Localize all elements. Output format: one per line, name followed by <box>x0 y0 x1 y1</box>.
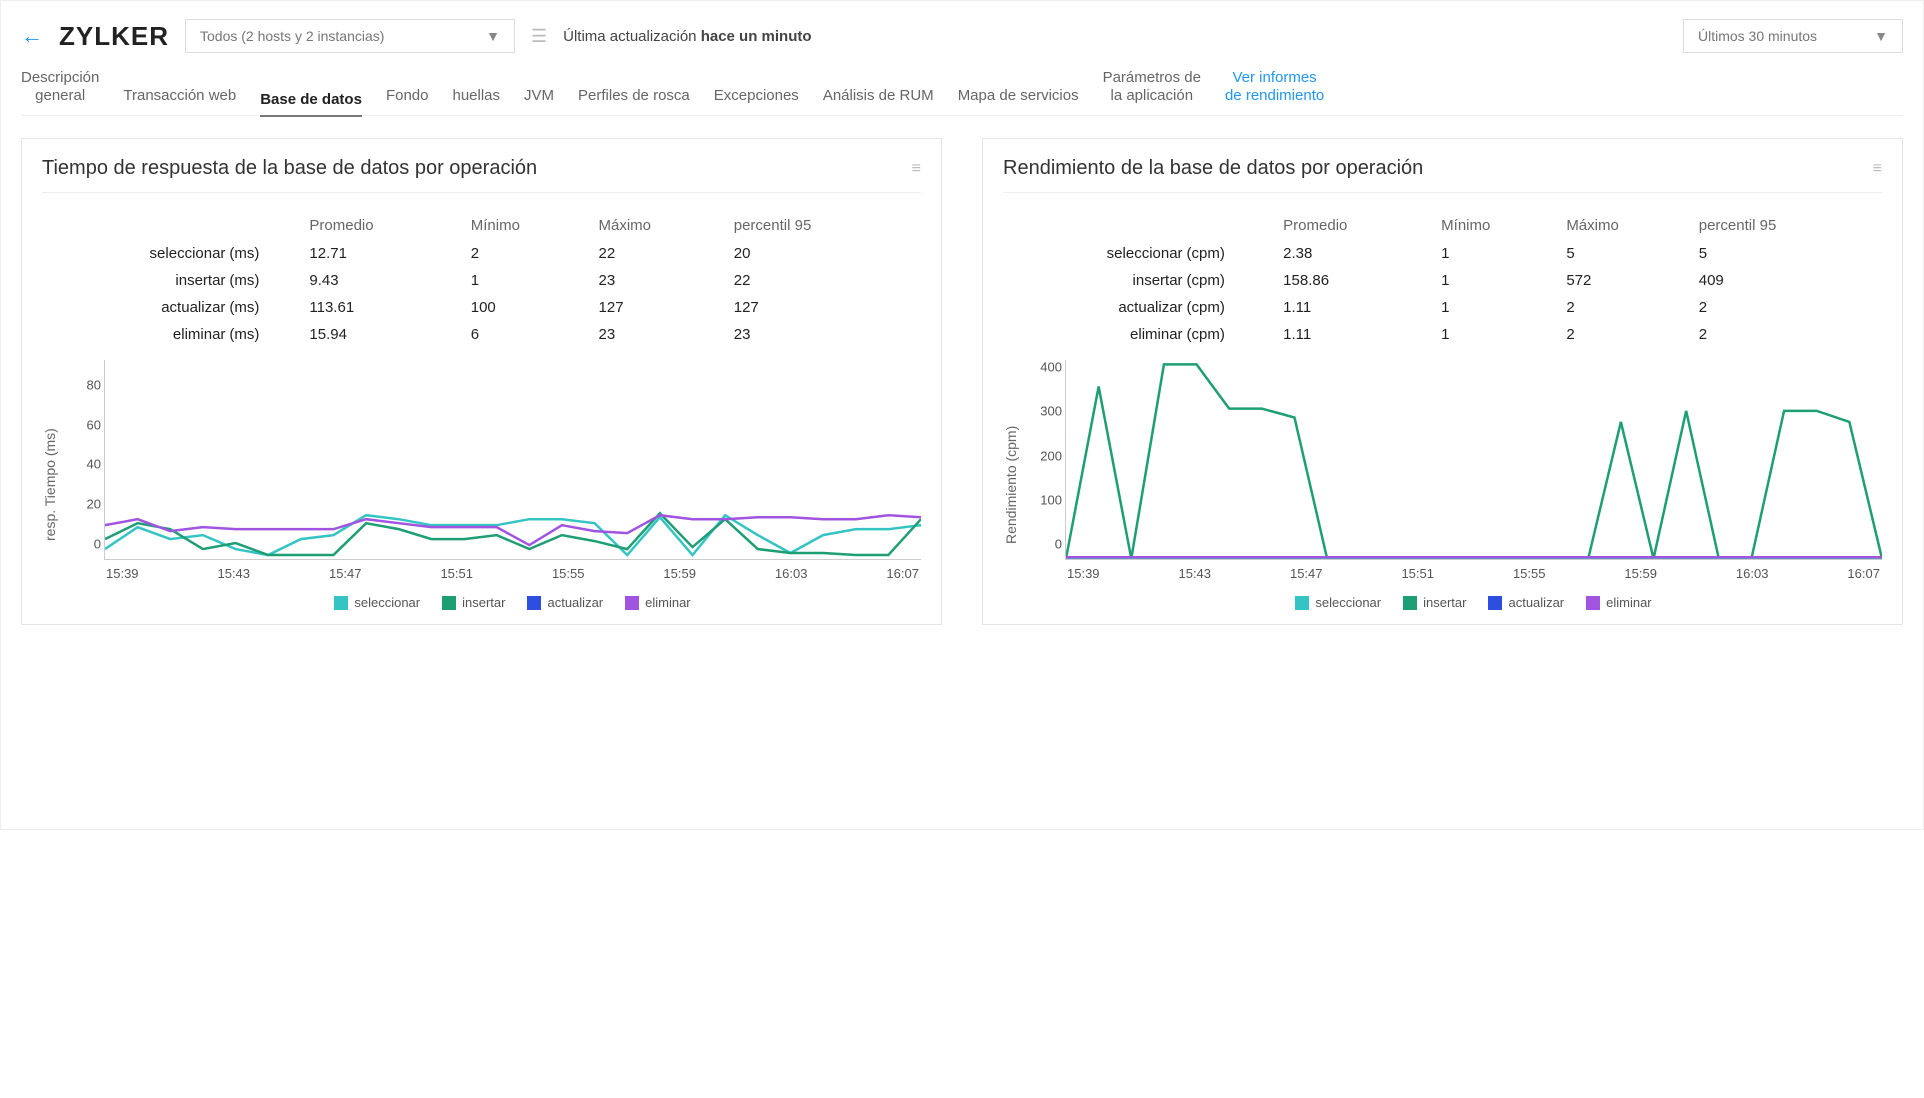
table-row: seleccionar(cpm)2.38155 <box>1003 240 1882 267</box>
tab-thread[interactable]: Perfiles de rosca <box>578 87 690 105</box>
menu-icon[interactable]: ☰ <box>531 26 547 47</box>
panel-title: Tiempo de respuesta de la base de datos … <box>42 157 537 180</box>
tab-jvm[interactable]: JVM <box>524 87 554 105</box>
chart-throughput: 0100200300400 <box>1065 360 1882 560</box>
x-axis-ticks: 15:3915:4315:4715:5115:5515:5916:0316:07 <box>104 566 921 581</box>
timerange-selector[interactable]: Últimos 30 minutos ▼ <box>1683 19 1903 53</box>
legend-item[interactable]: eliminar <box>625 595 691 610</box>
legend-item[interactable]: actualizar <box>527 595 603 610</box>
table-row: insertar(cpm)158.861572409 <box>1003 267 1882 294</box>
chart-legend: seleccionar insertar actualizar eliminar <box>104 595 921 610</box>
back-arrow-icon[interactable]: ← <box>21 23 43 49</box>
timerange-label: Últimos 30 minutos <box>1698 28 1817 44</box>
stats-table-right: PromedioMínimoMáximopercentil 95seleccio… <box>1003 211 1882 348</box>
stats-table-left: PromedioMínimoMáximopercentil 95seleccio… <box>42 211 921 348</box>
legend-item[interactable]: actualizar <box>1488 595 1564 610</box>
tab-webtx[interactable]: Transacción web <box>123 87 236 105</box>
table-row: insertar(ms)9.4312322 <box>42 267 921 294</box>
tab-rum[interactable]: Análisis de RUM <box>823 87 934 105</box>
chart-response-time: 020406080 <box>104 360 921 560</box>
chevron-down-icon: ▼ <box>486 28 500 44</box>
tab-bar: Descripcióngeneral Transacción web Base de… <box>21 69 1903 116</box>
legend-item[interactable]: insertar <box>1403 595 1466 610</box>
table-row: eliminar(ms)15.9462323 <box>42 321 921 348</box>
panel-throughput: Rendimiento de la base de datos por oper… <box>982 138 1903 625</box>
legend-item[interactable]: seleccionar <box>1295 595 1381 610</box>
tab-db[interactable]: Base de datos <box>260 91 362 117</box>
legend-item[interactable]: seleccionar <box>334 595 420 610</box>
tab-appparams[interactable]: Parámetros dela aplicación <box>1103 69 1201 105</box>
table-row: actualizar(cpm)1.11122 <box>1003 294 1882 321</box>
legend-item[interactable]: eliminar <box>1586 595 1652 610</box>
hamburger-icon[interactable]: ≡ <box>912 160 921 178</box>
y-axis-label: resp. Tiempo (ms) <box>42 360 58 610</box>
tab-exc[interactable]: Excepciones <box>714 87 799 105</box>
table-row: seleccionar(ms)12.7122220 <box>42 240 921 267</box>
host-selector-label: Todos (2 hosts y 2 instancias) <box>200 28 384 44</box>
legend-item[interactable]: insertar <box>442 595 505 610</box>
tab-reports[interactable]: Ver informesde rendimiento <box>1225 69 1324 105</box>
brand-title: ZYLKER <box>59 21 169 52</box>
chevron-down-icon: ▼ <box>1874 28 1888 44</box>
tab-traces[interactable]: huellas <box>452 87 500 105</box>
table-row: eliminar(cpm)1.11122 <box>1003 321 1882 348</box>
panel-title: Rendimiento de la base de datos por oper… <box>1003 157 1423 180</box>
table-row: actualizar(ms)113.61100127127 <box>42 294 921 321</box>
panel-response-time: Tiempo de respuesta de la base de datos … <box>21 138 942 625</box>
hamburger-icon[interactable]: ≡ <box>1873 160 1882 178</box>
tab-svcmap[interactable]: Mapa de servicios <box>958 87 1079 105</box>
tab-bg[interactable]: Fondo <box>386 87 429 105</box>
tab-overview[interactable]: Descripcióngeneral <box>21 69 99 105</box>
chart-legend: seleccionar insertar actualizar eliminar <box>1065 595 1882 610</box>
x-axis-ticks: 15:3915:4315:4715:5115:5515:5916:0316:07 <box>1065 566 1882 581</box>
last-update-text: Última actualización hace un minuto <box>563 28 811 45</box>
host-selector[interactable]: Todos (2 hosts y 2 instancias) ▼ <box>185 19 515 53</box>
y-axis-label: Rendimiento (cpm) <box>1003 360 1019 610</box>
